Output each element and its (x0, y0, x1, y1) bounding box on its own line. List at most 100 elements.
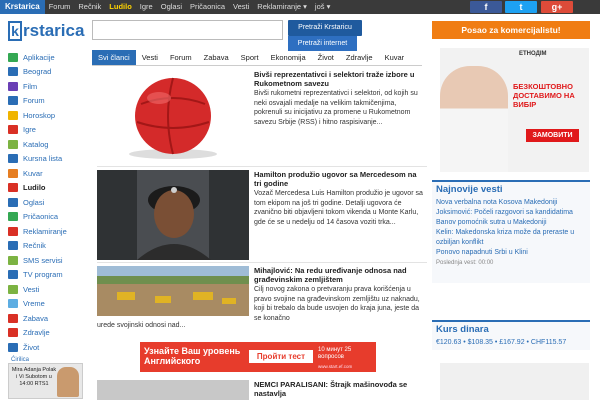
article-card[interactable]: NEMCI PARALISANI: Štrajk mašinovođa se n… (97, 380, 427, 400)
logo-k-mark: k (8, 21, 22, 41)
sidebar-item-sms-servisi[interactable]: SMS servisi (8, 253, 88, 268)
sidebar-item-vesti[interactable]: Vesti (8, 282, 88, 297)
model-photo (440, 66, 508, 172)
sidebar-item-label: Rečnik (23, 241, 46, 251)
article-card[interactable]: Hamilton produžio ugovor sa Mercedesom n… (97, 170, 427, 262)
search-input[interactable] (92, 20, 283, 40)
nav-item-vesti[interactable]: Vesti (229, 0, 253, 14)
sidebar-item-ludilo[interactable]: Ludilo (8, 181, 88, 196)
sidebar-item-horoskop[interactable]: Horoskop (8, 108, 88, 123)
sidebar-ad-text: Mira Adanja Polak i Vi Subotom u 14:00 R… (11, 367, 57, 387)
google-plus-icon[interactable]: g+ (541, 1, 573, 13)
article-title[interactable]: Bivši reprezentativci i selektori traže … (254, 70, 424, 88)
banner-cta-button[interactable]: Пройти тест (249, 350, 313, 363)
weather-icon (8, 299, 18, 309)
sidebar-item-život[interactable]: Život (8, 340, 88, 355)
sidebar-item-label: Zdravlje (23, 328, 50, 338)
article-text: Bivši rukometni reprezentativci i selekt… (254, 90, 418, 126)
sidebar-item-rečnik[interactable]: Rečnik (8, 239, 88, 254)
news-link[interactable]: Banov pomoćnik sutra u Makedoniji (432, 218, 590, 228)
tab-vesti[interactable]: Vesti (136, 50, 164, 65)
sidebar-item-label: Vreme (23, 299, 45, 309)
sidebar-item-zabava[interactable]: Zabava (8, 311, 88, 326)
nav-item-forum[interactable]: Forum (45, 0, 75, 14)
news-link[interactable]: Kelin: Makedonska kriza može da preraste… (432, 228, 590, 238)
nav-item-reklamiranje[interactable]: Reklamiranje ▾ (253, 0, 311, 14)
nav-item-igre[interactable]: Igre (136, 0, 157, 14)
news-link[interactable]: Nova verbalna nota Kosova Makedoniji (432, 198, 590, 208)
sidebar-item-label: Forum (23, 96, 45, 106)
sidebar-item-beograd[interactable]: Beograd (8, 65, 88, 80)
search-internet-button[interactable]: Pretraži internet (288, 36, 357, 51)
news-link[interactable]: Ponovo napadnuti Srbi u Klini (432, 248, 590, 258)
sidebar-item-zdravlje[interactable]: Zdravlje (8, 326, 88, 341)
sidebar-item-film[interactable]: Film (8, 79, 88, 94)
banner-url: www.start.ef.com (318, 364, 353, 369)
english-test-ad-banner[interactable]: Узнайте Ваш уровень Английского Пройти т… (140, 342, 376, 372)
sidebar-item-reklamiranje[interactable]: Reklamiranje (8, 224, 88, 239)
sidebar-item-vreme[interactable]: Vreme (8, 297, 88, 312)
tab-sport[interactable]: Sport (235, 50, 265, 65)
article-title[interactable]: NEMCI PARALISANI: Štrajk mašinovođa se n… (254, 380, 424, 398)
sidebar-item-aplikacije[interactable]: Aplikacije (8, 50, 88, 65)
brand-link[interactable]: Krstarica (0, 0, 45, 14)
twitter-icon[interactable]: t (505, 1, 537, 13)
sidebar-item-katalog[interactable]: Katalog (8, 137, 88, 152)
sidebar-item-label: Zabava (23, 313, 49, 323)
sidebar-item-label: Ludilo (23, 183, 46, 193)
tab-život[interactable]: Život (312, 50, 340, 65)
chat-icon (8, 212, 18, 222)
tab-zdravlje[interactable]: Zdravlje (340, 50, 379, 65)
order-button[interactable]: ЗАМОВИТИ (526, 129, 579, 142)
construction-site-photo (97, 266, 249, 316)
embroidered-shirt-ad[interactable]: ЕТНОДІМ БЕЗКОШТОВНО ДОСТАВИМО НА ВИБІР З… (440, 48, 589, 172)
heart-icon (8, 313, 18, 323)
sidebar-item-pričaonica[interactable]: Pričaonica (8, 210, 88, 225)
ads-icon (8, 197, 18, 207)
ad-headline: БЕЗКОШТОВНО ДОСТАВИМО НА ВИБІР (513, 82, 575, 109)
nav-item-recnik[interactable]: Rečnik (74, 0, 105, 14)
nav-item-oglasi[interactable]: Oglasi (157, 0, 186, 14)
health-icon (8, 328, 18, 338)
article-text-continued: urede svojinski odnosi nad... (97, 322, 186, 329)
sidebar-item-tv-program[interactable]: TV program (8, 268, 88, 283)
ad-slot[interactable] (440, 363, 589, 400)
sidebar-item-igre[interactable]: Igre (8, 123, 88, 138)
article-title[interactable]: Mihajlović: Na redu uređivanje odnosa na… (254, 266, 424, 284)
search-krstarica-button[interactable]: Pretraži Krstaricu (288, 20, 362, 36)
nav-item-ludilo[interactable]: Ludilo (105, 0, 136, 14)
sidebar-item-label: Aplikacije (23, 52, 55, 62)
last-update-label: Poslednja vest: 00:00 (436, 260, 494, 266)
facebook-icon[interactable]: f (470, 1, 502, 13)
news-link[interactable]: Joksimović: Počeli razgovori sa kandidat… (432, 208, 590, 218)
sidebar-item-kuvar[interactable]: Kuvar (8, 166, 88, 181)
sidebar-item-label: TV program (23, 270, 63, 280)
job-promo-banner[interactable]: Posao za komercijalistu! (432, 21, 590, 39)
site-logo[interactable]: k rstarica (8, 20, 84, 42)
tab-svi-članci[interactable]: Svi članci (92, 50, 136, 65)
sidebar-item-label: Pričaonica (23, 212, 59, 222)
banner-headline: Узнайте Ваш уровень Английского (144, 346, 241, 366)
tab-forum[interactable]: Forum (164, 50, 198, 65)
top-navigation-bar: Krstarica Forum Rečnik Ludilo Igre Oglas… (0, 0, 600, 14)
tab-zabava[interactable]: Zabava (198, 50, 235, 65)
tab-kuvar[interactable]: Kuvar (379, 50, 411, 65)
sidebar-item-kursna-lista[interactable]: Kursna lista (8, 152, 88, 167)
building-icon (8, 67, 18, 77)
article-text: Cilj novog zakona o pretvaranju prava ko… (254, 286, 420, 322)
sidebar-item-label: Život (23, 342, 40, 352)
phone-icon (8, 52, 18, 62)
gamepad-icon (8, 125, 18, 135)
article-title[interactable]: Hamilton produžio ugovor sa Mercedesom n… (254, 170, 424, 188)
nav-item-more[interactable]: još ▾ (311, 0, 334, 14)
sidebar-item-oglasi[interactable]: Oglasi (8, 195, 88, 210)
sidebar-tv-ad[interactable]: Mira Adanja Polak i Vi Subotom u 14:00 R… (8, 363, 83, 399)
news-link[interactable]: ozbiljan konflikt (432, 238, 590, 248)
sidebar-item-label: SMS servisi (23, 255, 63, 265)
nav-item-pricaonica[interactable]: Pričaonica (186, 0, 229, 14)
exchange-rates[interactable]: €120.63 • $108.35 • £167.92 • CHF115.57 (432, 338, 590, 348)
tab-ekonomija[interactable]: Ekonomija (265, 50, 312, 65)
sidebar-item-forum[interactable]: Forum (8, 94, 88, 109)
article-card[interactable]: Bivši reprezentativci i selektori traže … (97, 70, 427, 162)
cyrillic-switch-link[interactable]: Ćirilica (11, 357, 88, 363)
